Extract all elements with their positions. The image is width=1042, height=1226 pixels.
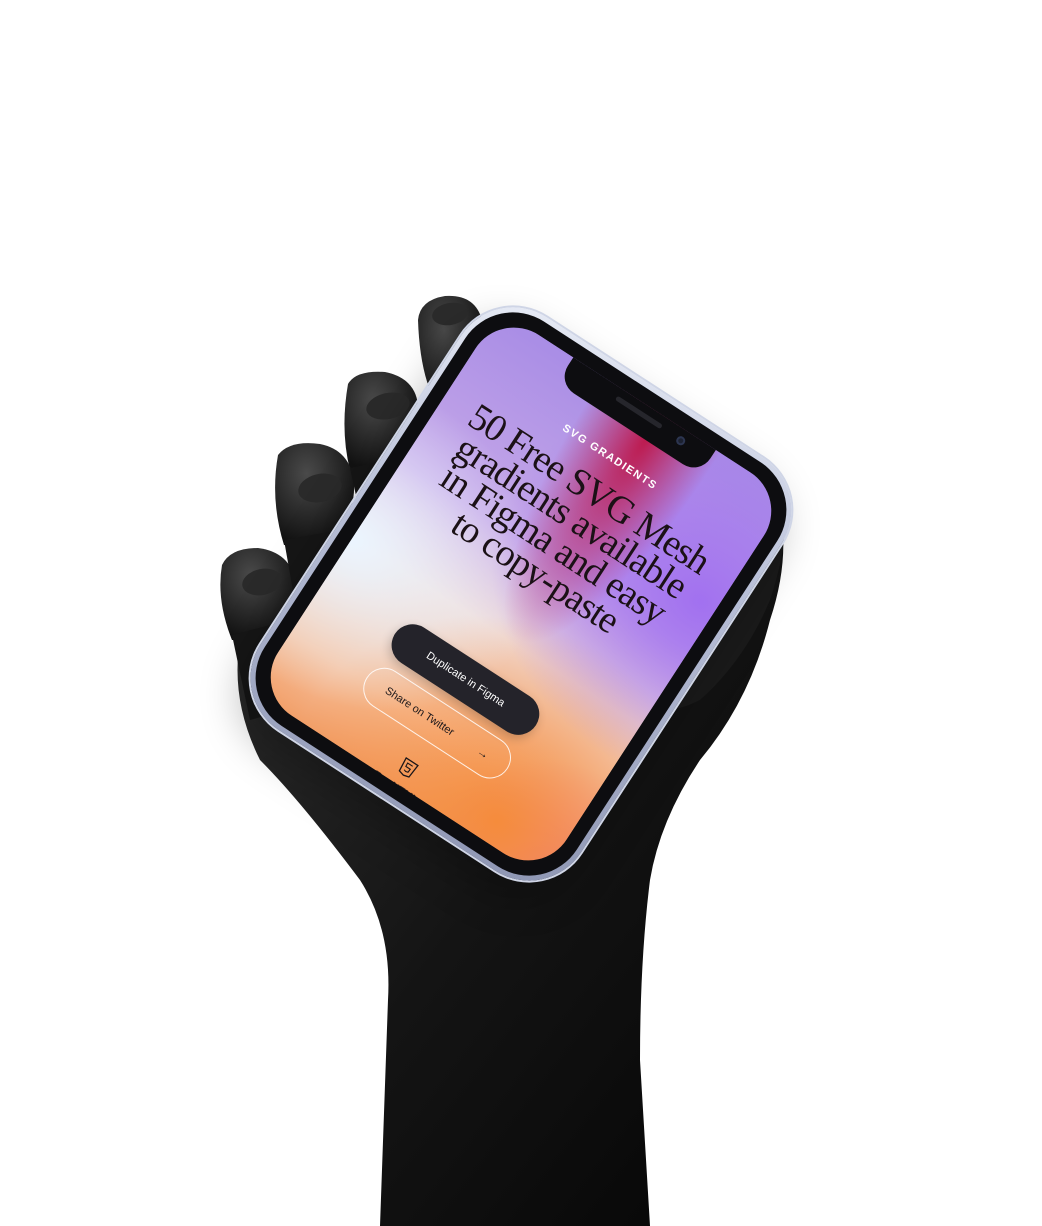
- html5-icon[interactable]: [396, 756, 419, 781]
- speaker-grille: [614, 395, 663, 430]
- front-camera-icon: [674, 434, 687, 447]
- arrow-right-icon: →: [474, 743, 493, 763]
- mockup-stage: SVG GRADIENTS 50 Free SVG Mesh gradients…: [0, 0, 1042, 1226]
